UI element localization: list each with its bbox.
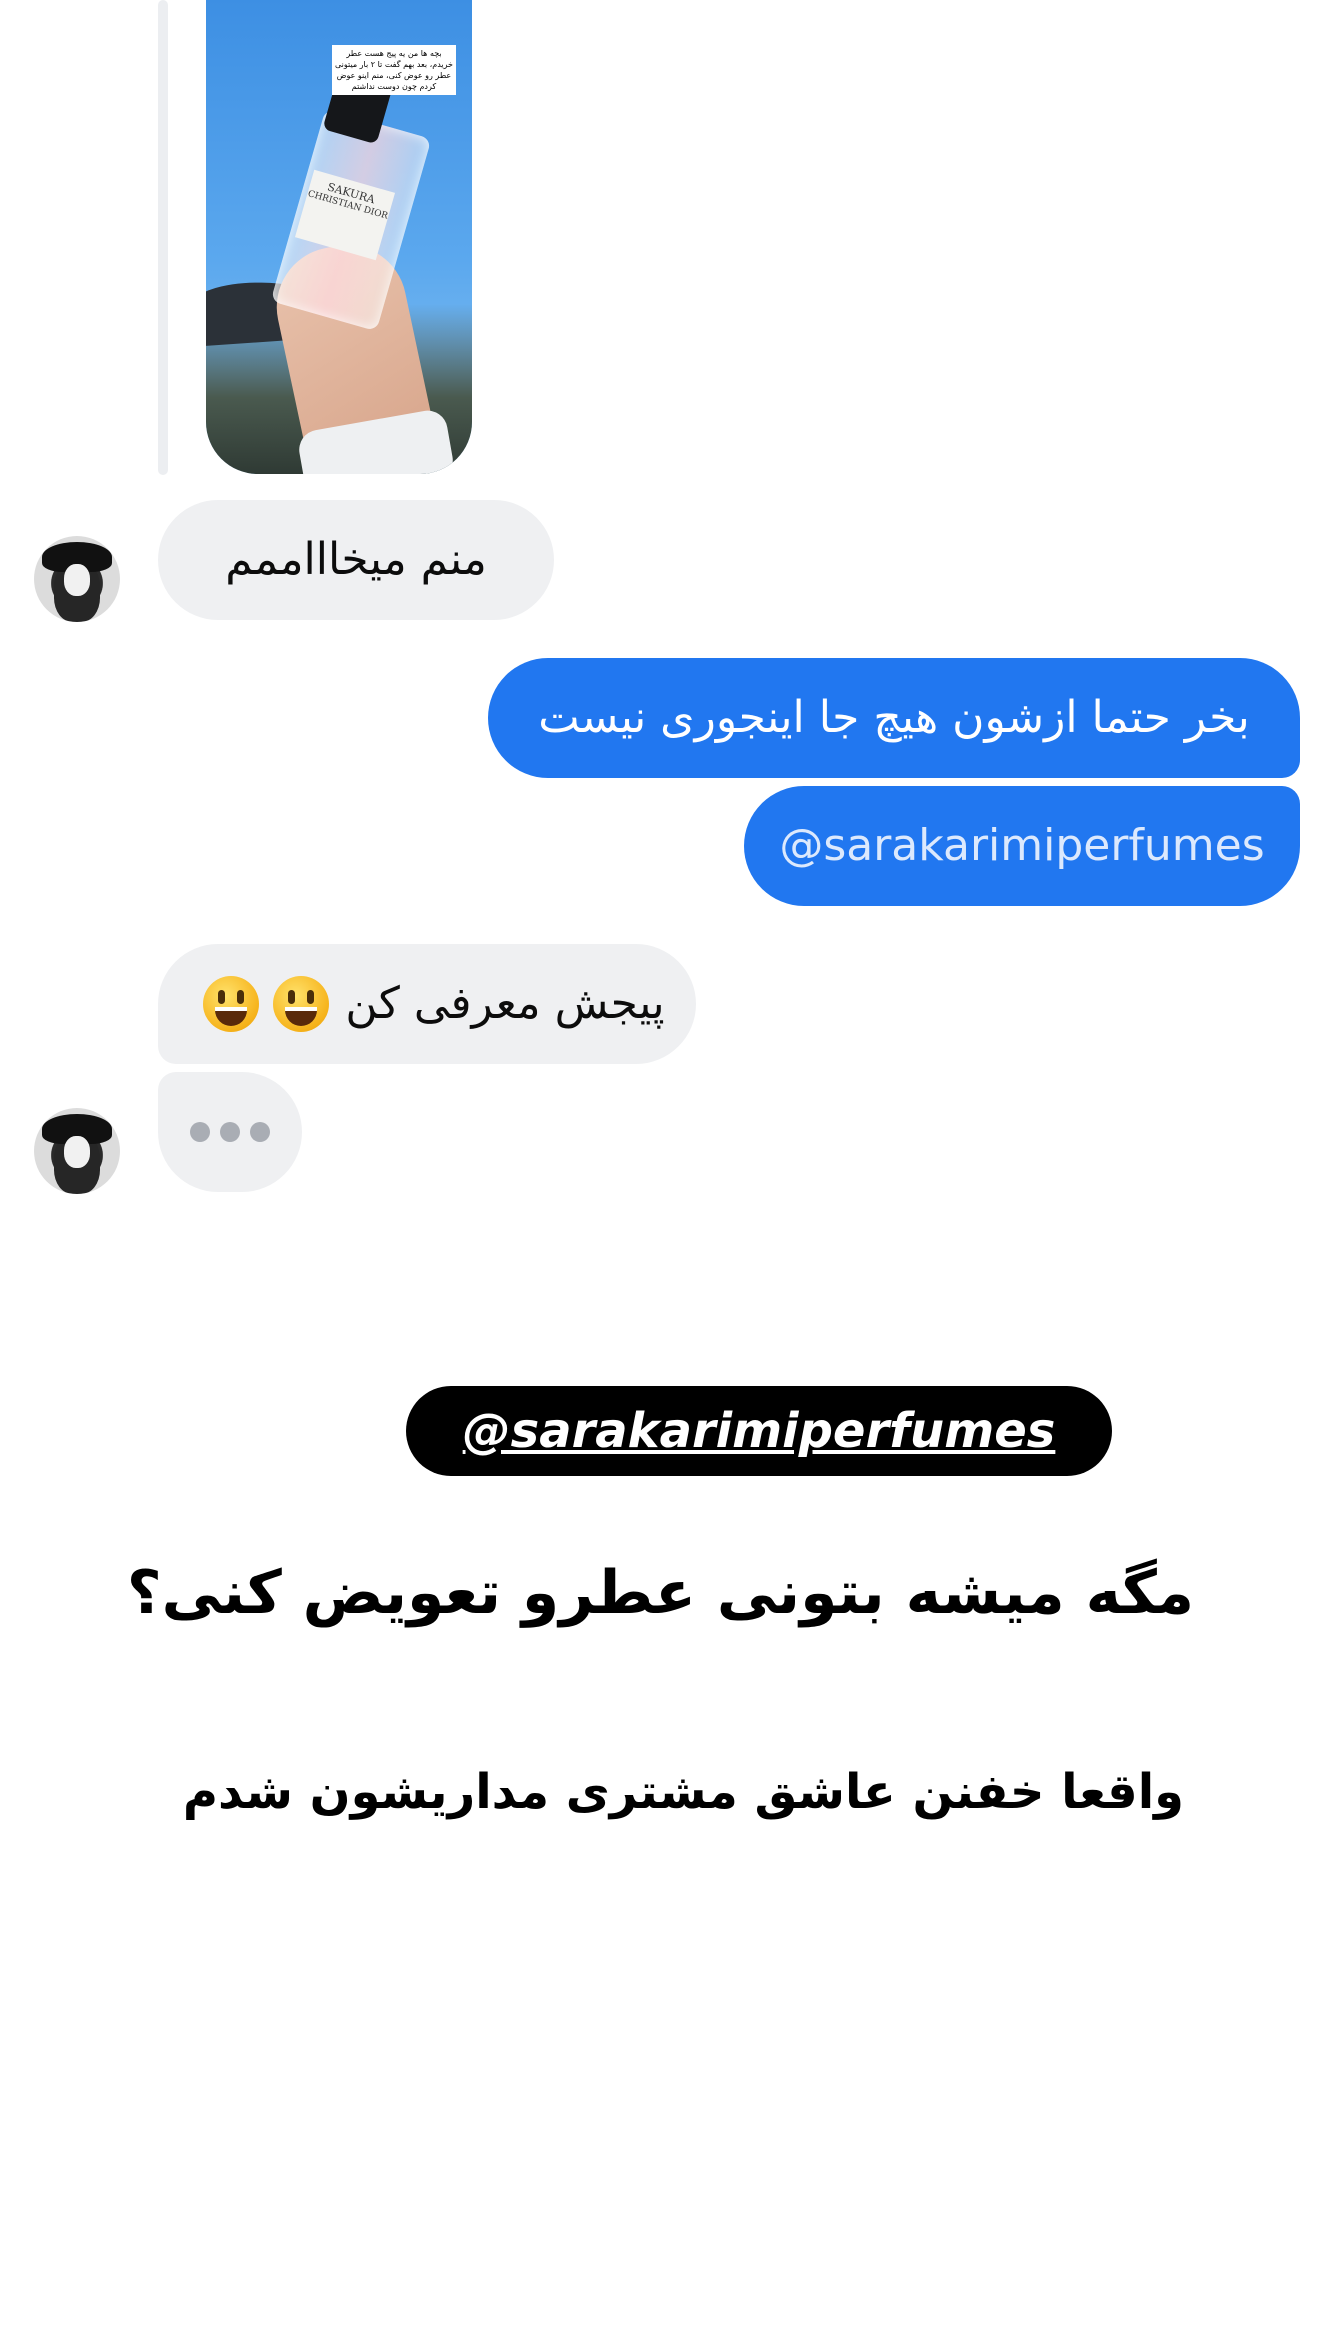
typing-indicator (158, 1072, 302, 1192)
mention-sticker-text: @sarakarimiperfumes (462, 1403, 1056, 1459)
avatar-face (64, 1136, 90, 1168)
message-text: پیجش معرفی کن (345, 978, 665, 1029)
message-bubble-incoming[interactable]: منم میخاااممم (158, 500, 554, 620)
story-text-praise: واقعا خفنن عاشق مشتری مداریشون شدم (182, 1764, 1184, 1820)
grinning-face-icon (203, 976, 260, 1032)
story-caption: بچه ها من یه پیج هست عطر خریدم، بعد بهم … (332, 45, 456, 95)
grinning-face-icon (273, 976, 330, 1032)
avatar-face (64, 564, 90, 596)
sender-avatar[interactable] (34, 1108, 120, 1194)
typing-dot (190, 1122, 210, 1142)
message-bubble-outgoing[interactable]: بخر حتما ازشون هیچ جا اینجوری نیست (488, 658, 1300, 778)
message-text: منم میخاااممم (225, 534, 487, 585)
mention-link[interactable]: @sarakarimiperfumes (779, 824, 1264, 868)
mention-bubble-outgoing[interactable]: @sarakarimiperfumes (744, 786, 1300, 906)
story-thumbnail[interactable]: SAKURA CHRISTIAN DIOR بچه ها من یه پیج ه… (206, 0, 472, 474)
typing-dot (250, 1122, 270, 1142)
message-bubble-incoming[interactable]: پیجش معرفی کن (158, 944, 696, 1064)
chat-screenshot: SAKURA CHRISTIAN DIOR بچه ها من یه پیج ه… (0, 0, 1320, 2346)
message-text: بخر حتما ازشون هیچ جا اینجوری نیست (538, 692, 1250, 743)
story-text-question: مگه میشه بتونی عطرو تعویض کنی؟ (126, 1558, 1194, 1628)
typing-dot (220, 1122, 240, 1142)
mention-sticker[interactable]: @sarakarimiperfumes (406, 1386, 1112, 1476)
story-reply-indicator (158, 0, 168, 475)
sender-avatar[interactable] (34, 536, 120, 622)
